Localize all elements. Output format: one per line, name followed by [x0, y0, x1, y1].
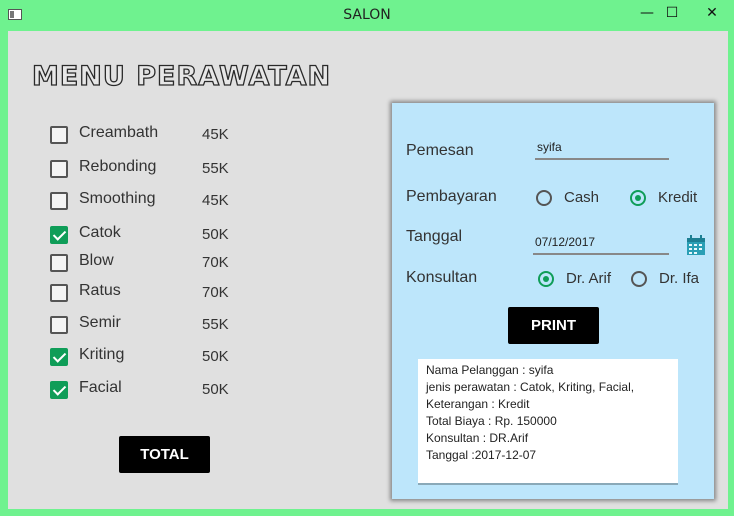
- cash-label: Cash: [564, 189, 600, 206]
- item-name: Ratus: [79, 282, 121, 299]
- pembayaran-label: Pembayaran: [406, 188, 497, 205]
- item-name: Rebonding: [79, 158, 157, 175]
- minimize-button[interactable]: —: [632, 2, 662, 26]
- calendar-icon[interactable]: [686, 235, 706, 256]
- total-button[interactable]: TOTAL: [119, 436, 210, 473]
- item-price: 55K: [202, 160, 229, 177]
- print-button[interactable]: PRINT: [508, 307, 599, 344]
- receipt-textarea[interactable]: Nama Pelanggan : syifa jenis perawatan :…: [418, 359, 678, 485]
- menu-item-blow[interactable]: Blow 70K: [50, 252, 290, 274]
- item-name: Catok: [79, 224, 121, 241]
- cash-radio[interactable]: [536, 190, 552, 206]
- menu-item-semir[interactable]: Semir 55K: [50, 314, 290, 336]
- checkbox-checked[interactable]: [50, 226, 68, 244]
- dr-arif-radio[interactable]: [538, 271, 554, 287]
- receipt-line: jenis perawatan : Catok, Kriting, Facial…: [426, 380, 635, 394]
- menu-heading: MENU PERAWATAN: [31, 60, 332, 92]
- checkbox[interactable]: [50, 316, 68, 334]
- checkbox[interactable]: [50, 192, 68, 210]
- item-name: Kriting: [79, 346, 125, 363]
- item-price: 50K: [202, 226, 229, 243]
- kredit-label: Kredit: [658, 189, 698, 206]
- pemesan-value: syifa: [537, 140, 562, 154]
- checkbox[interactable]: [50, 160, 68, 178]
- maximize-button[interactable]: ☐: [660, 2, 684, 26]
- kredit-radio[interactable]: [630, 190, 646, 206]
- receipt-line: Total Biaya : Rp. 150000: [426, 414, 557, 428]
- order-panel: Pemesan syifa Pembayaran Cash Kredit Tan…: [392, 103, 714, 499]
- checkbox-checked[interactable]: [50, 381, 68, 399]
- receipt-text: Nama Pelanggan : syifa jenis perawatan :…: [426, 362, 674, 464]
- dr-ifa-label: Dr. Ifa: [659, 270, 700, 287]
- item-name: Creambath: [79, 124, 159, 141]
- item-price: 50K: [202, 348, 229, 365]
- tanggal-label: Tanggal: [406, 228, 463, 245]
- window-content: MENU PERAWATAN Creambath 45K Rebonding 5…: [8, 31, 728, 509]
- menu-item-smoothing[interactable]: Smoothing 45K: [50, 190, 290, 212]
- item-price: 70K: [202, 284, 229, 301]
- menu-item-kriting[interactable]: Kriting 50K: [50, 346, 290, 368]
- konsultan-label: Konsultan: [406, 269, 478, 286]
- pemesan-label: Pemesan: [406, 142, 474, 159]
- date-picker-input[interactable]: 07/12/2017: [533, 235, 669, 255]
- item-price: 70K: [202, 254, 229, 271]
- checkbox[interactable]: [50, 254, 68, 272]
- receipt-line: Tanggal :2017-12-07: [426, 448, 537, 462]
- checkbox[interactable]: [50, 284, 68, 302]
- receipt-line: Keterangan : Kredit: [426, 397, 530, 411]
- tanggal-value: 07/12/2017: [535, 235, 596, 249]
- receipt-line: Nama Pelanggan : syifa: [426, 363, 554, 377]
- pemesan-input[interactable]: syifa: [535, 140, 669, 160]
- item-name: Semir: [79, 314, 121, 331]
- item-price: 45K: [202, 126, 229, 143]
- receipt-line: Konsultan : DR.Arif: [426, 431, 529, 445]
- close-button[interactable]: ✕: [690, 2, 734, 26]
- checkbox[interactable]: [50, 126, 68, 144]
- menu-item-creambath[interactable]: Creambath 45K: [50, 124, 290, 146]
- item-price: 50K: [202, 381, 229, 398]
- dr-ifa-radio[interactable]: [631, 271, 647, 287]
- menu-item-ratus[interactable]: Ratus 70K: [50, 282, 290, 304]
- menu-item-facial[interactable]: Facial 50K: [50, 379, 290, 401]
- item-name: Facial: [79, 379, 122, 396]
- item-price: 55K: [202, 316, 229, 333]
- dr-arif-label: Dr. Arif: [566, 270, 612, 287]
- item-price: 45K: [202, 192, 229, 209]
- checkbox-checked[interactable]: [50, 348, 68, 366]
- menu-item-rebonding[interactable]: Rebonding 55K: [50, 158, 290, 180]
- title-bar: SALON — ☐ ✕: [0, 0, 734, 31]
- item-name: Blow: [79, 252, 114, 269]
- window-title: SALON: [343, 7, 391, 23]
- item-name: Smoothing: [79, 190, 156, 207]
- menu-item-catok[interactable]: Catok 50K: [50, 224, 290, 246]
